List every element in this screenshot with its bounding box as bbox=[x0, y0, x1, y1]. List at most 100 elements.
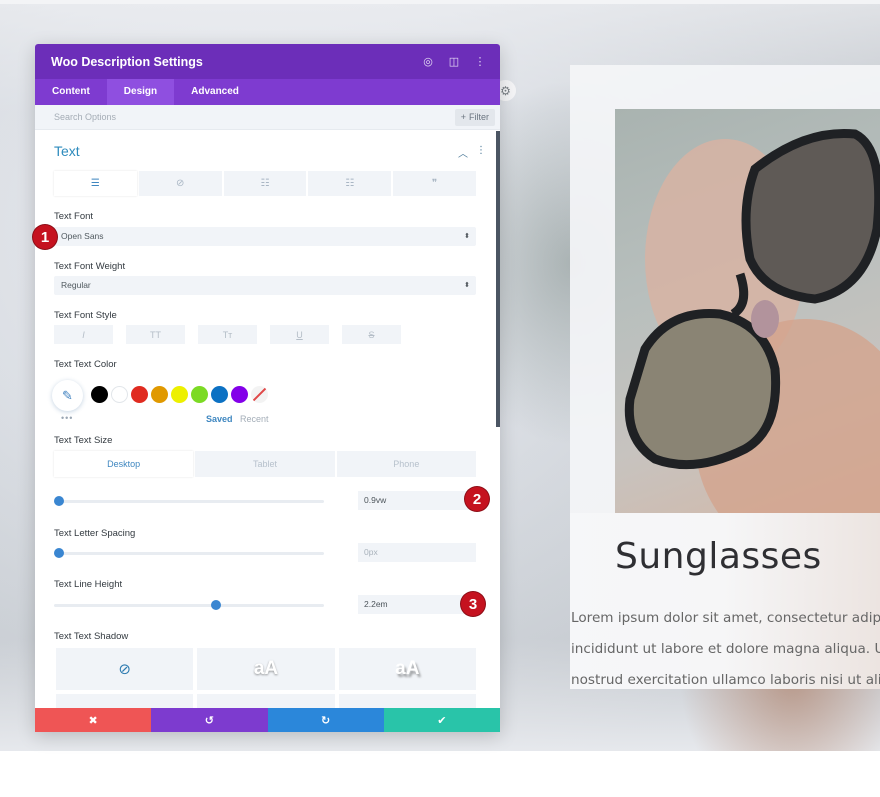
shadow-preset-5[interactable] bbox=[338, 694, 476, 708]
slider-track bbox=[54, 604, 324, 607]
color-swatch[interactable] bbox=[211, 386, 228, 403]
panel-scrollbar[interactable] bbox=[496, 131, 500, 427]
redo-button[interactable]: ↻ bbox=[267, 708, 384, 732]
tab-content[interactable]: Content bbox=[35, 79, 107, 105]
list-ul-icon[interactable]: ☷ bbox=[223, 171, 307, 196]
color-swatch[interactable] bbox=[131, 386, 148, 403]
underline-button[interactable]: U bbox=[270, 325, 329, 344]
annotation-badge-2: 2 bbox=[465, 487, 489, 511]
slider-track bbox=[54, 500, 324, 503]
letter-spacing-input[interactable]: 0px bbox=[358, 543, 476, 562]
modal-footer: ✖ ↺ ↻ ✔ bbox=[35, 708, 500, 732]
recent-colors-tab[interactable]: Recent bbox=[240, 414, 269, 424]
text-subtabs: ☰ ⊘ ☷ ☷ ❞ bbox=[54, 171, 476, 196]
capitalize-button[interactable]: Tт bbox=[198, 325, 257, 344]
text-shadow-presets: ⊘ aA aA bbox=[56, 648, 476, 708]
italic-button[interactable]: I bbox=[54, 325, 113, 344]
color-swatch[interactable] bbox=[191, 386, 208, 403]
link-icon[interactable]: ⊘ bbox=[138, 171, 222, 196]
text-font-weight-label: Text Font Weight bbox=[54, 261, 126, 272]
product-title: Sunglasses bbox=[615, 536, 822, 577]
annotation-badge-3: 3 bbox=[461, 592, 485, 616]
page-top-strip bbox=[0, 0, 880, 4]
shadow-preset-3[interactable] bbox=[56, 694, 194, 708]
shadow-preset-2[interactable]: aA bbox=[338, 648, 476, 690]
align-left-icon[interactable]: ☰ bbox=[54, 171, 137, 196]
text-font-style-label: Text Font Style bbox=[54, 310, 117, 321]
description-line: nostrud exercitation ullamco laboris nis… bbox=[571, 672, 880, 688]
focus-icon[interactable]: ◎ bbox=[422, 55, 434, 68]
shadow-preset-4[interactable] bbox=[197, 694, 335, 708]
text-color-label: Text Text Color bbox=[54, 359, 117, 370]
no-shadow-icon[interactable]: ⊘ bbox=[56, 648, 194, 690]
device-tab-desktop[interactable]: Desktop bbox=[54, 451, 194, 477]
close-icon: ✖ bbox=[88, 714, 98, 727]
letter-spacing-label: Text Letter Spacing bbox=[54, 528, 136, 539]
no-color-swatch[interactable] bbox=[251, 386, 268, 403]
section-more-icon[interactable]: ⋮ bbox=[476, 145, 486, 160]
save-button[interactable]: ✔ bbox=[383, 708, 500, 732]
check-icon: ✔ bbox=[437, 714, 447, 727]
chevron-up-icon[interactable]: ︿ bbox=[458, 145, 468, 160]
color-swatch[interactable] bbox=[111, 386, 128, 403]
tab-design[interactable]: Design bbox=[106, 79, 175, 105]
settings-modal: Woo Description Settings ◎ ◫ ⋮ Content D… bbox=[35, 44, 500, 732]
select-arrows-icon: ⬍ bbox=[464, 233, 470, 240]
text-font-weight-select[interactable]: Regular ⬍ bbox=[54, 276, 476, 295]
color-swatches bbox=[91, 386, 268, 403]
description-line: incididunt ut labore et dolore magna ali… bbox=[571, 641, 880, 657]
line-height-label: Text Line Height bbox=[54, 579, 123, 590]
more-colors-icon[interactable]: ••• bbox=[61, 413, 73, 423]
text-size-input[interactable]: 0.9vw bbox=[358, 491, 476, 510]
text-size-slider[interactable] bbox=[54, 496, 324, 506]
color-swatch[interactable] bbox=[151, 386, 168, 403]
filter-button[interactable]: + Filter bbox=[454, 108, 495, 126]
line-height-input[interactable]: 2.2em bbox=[358, 595, 476, 614]
slider-thumb[interactable] bbox=[211, 600, 221, 610]
color-swatch[interactable] bbox=[171, 386, 188, 403]
text-font-select[interactable]: Open Sans ⬍ bbox=[54, 227, 476, 246]
quote-icon[interactable]: ❞ bbox=[393, 171, 476, 196]
select-arrows-icon: ⬍ bbox=[464, 282, 470, 289]
split-view-icon[interactable]: ◫ bbox=[448, 55, 460, 68]
slider-thumb[interactable] bbox=[54, 496, 65, 506]
product-image bbox=[615, 109, 880, 513]
device-tab-tablet[interactable]: Tablet bbox=[195, 451, 335, 477]
section-title[interactable]: Text bbox=[54, 143, 80, 159]
text-settings-panel: Text ︿ ⋮ ☰ ⊘ ☷ ☷ ❞ Text Font Open Sans ⬍… bbox=[35, 131, 500, 708]
eyedropper-icon[interactable]: ✎ bbox=[52, 380, 83, 411]
undo-icon: ↺ bbox=[204, 714, 214, 727]
modal-tabs: Content Design Advanced bbox=[35, 79, 500, 105]
more-vertical-icon[interactable]: ⋮ bbox=[474, 55, 486, 68]
shadow-preset-1[interactable]: aA bbox=[197, 648, 335, 690]
text-font-value: Open Sans bbox=[61, 231, 104, 241]
search-options-input[interactable] bbox=[54, 112, 354, 122]
description-line: Lorem ipsum dolor sit amet, consectetur … bbox=[571, 610, 880, 626]
text-size-label: Text Text Size bbox=[54, 435, 113, 446]
plus-icon: + bbox=[460, 112, 466, 122]
tab-advanced[interactable]: Advanced bbox=[174, 79, 256, 105]
device-tab-phone[interactable]: Phone bbox=[336, 451, 476, 477]
modal-header: Woo Description Settings ◎ ◫ ⋮ bbox=[35, 44, 500, 79]
list-ol-icon[interactable]: ☷ bbox=[308, 171, 392, 196]
line-height-slider[interactable] bbox=[54, 600, 324, 610]
redo-icon: ↻ bbox=[321, 714, 331, 727]
undo-button[interactable]: ↺ bbox=[151, 708, 268, 732]
text-shadow-label: Text Text Shadow bbox=[54, 631, 129, 642]
device-tabs: Desktop Tablet Phone bbox=[54, 451, 476, 477]
slider-track bbox=[54, 552, 324, 555]
strikethrough-button[interactable]: S bbox=[342, 325, 401, 344]
search-bar: + Filter bbox=[35, 105, 500, 130]
text-font-weight-value: Regular bbox=[61, 280, 91, 290]
letter-spacing-slider[interactable] bbox=[54, 548, 324, 558]
discard-button[interactable]: ✖ bbox=[35, 708, 152, 732]
saved-colors-tab[interactable]: Saved bbox=[206, 414, 233, 424]
color-swatch[interactable] bbox=[91, 386, 108, 403]
product-description: Lorem ipsum dolor sit amet, consectetur … bbox=[571, 603, 880, 696]
annotation-badge-1: 1 bbox=[33, 225, 57, 249]
modal-title: Woo Description Settings bbox=[51, 54, 203, 69]
uppercase-button[interactable]: TT bbox=[126, 325, 185, 344]
slider-thumb[interactable] bbox=[54, 548, 65, 558]
filter-label: Filter bbox=[469, 112, 489, 122]
color-swatch[interactable] bbox=[231, 386, 248, 403]
